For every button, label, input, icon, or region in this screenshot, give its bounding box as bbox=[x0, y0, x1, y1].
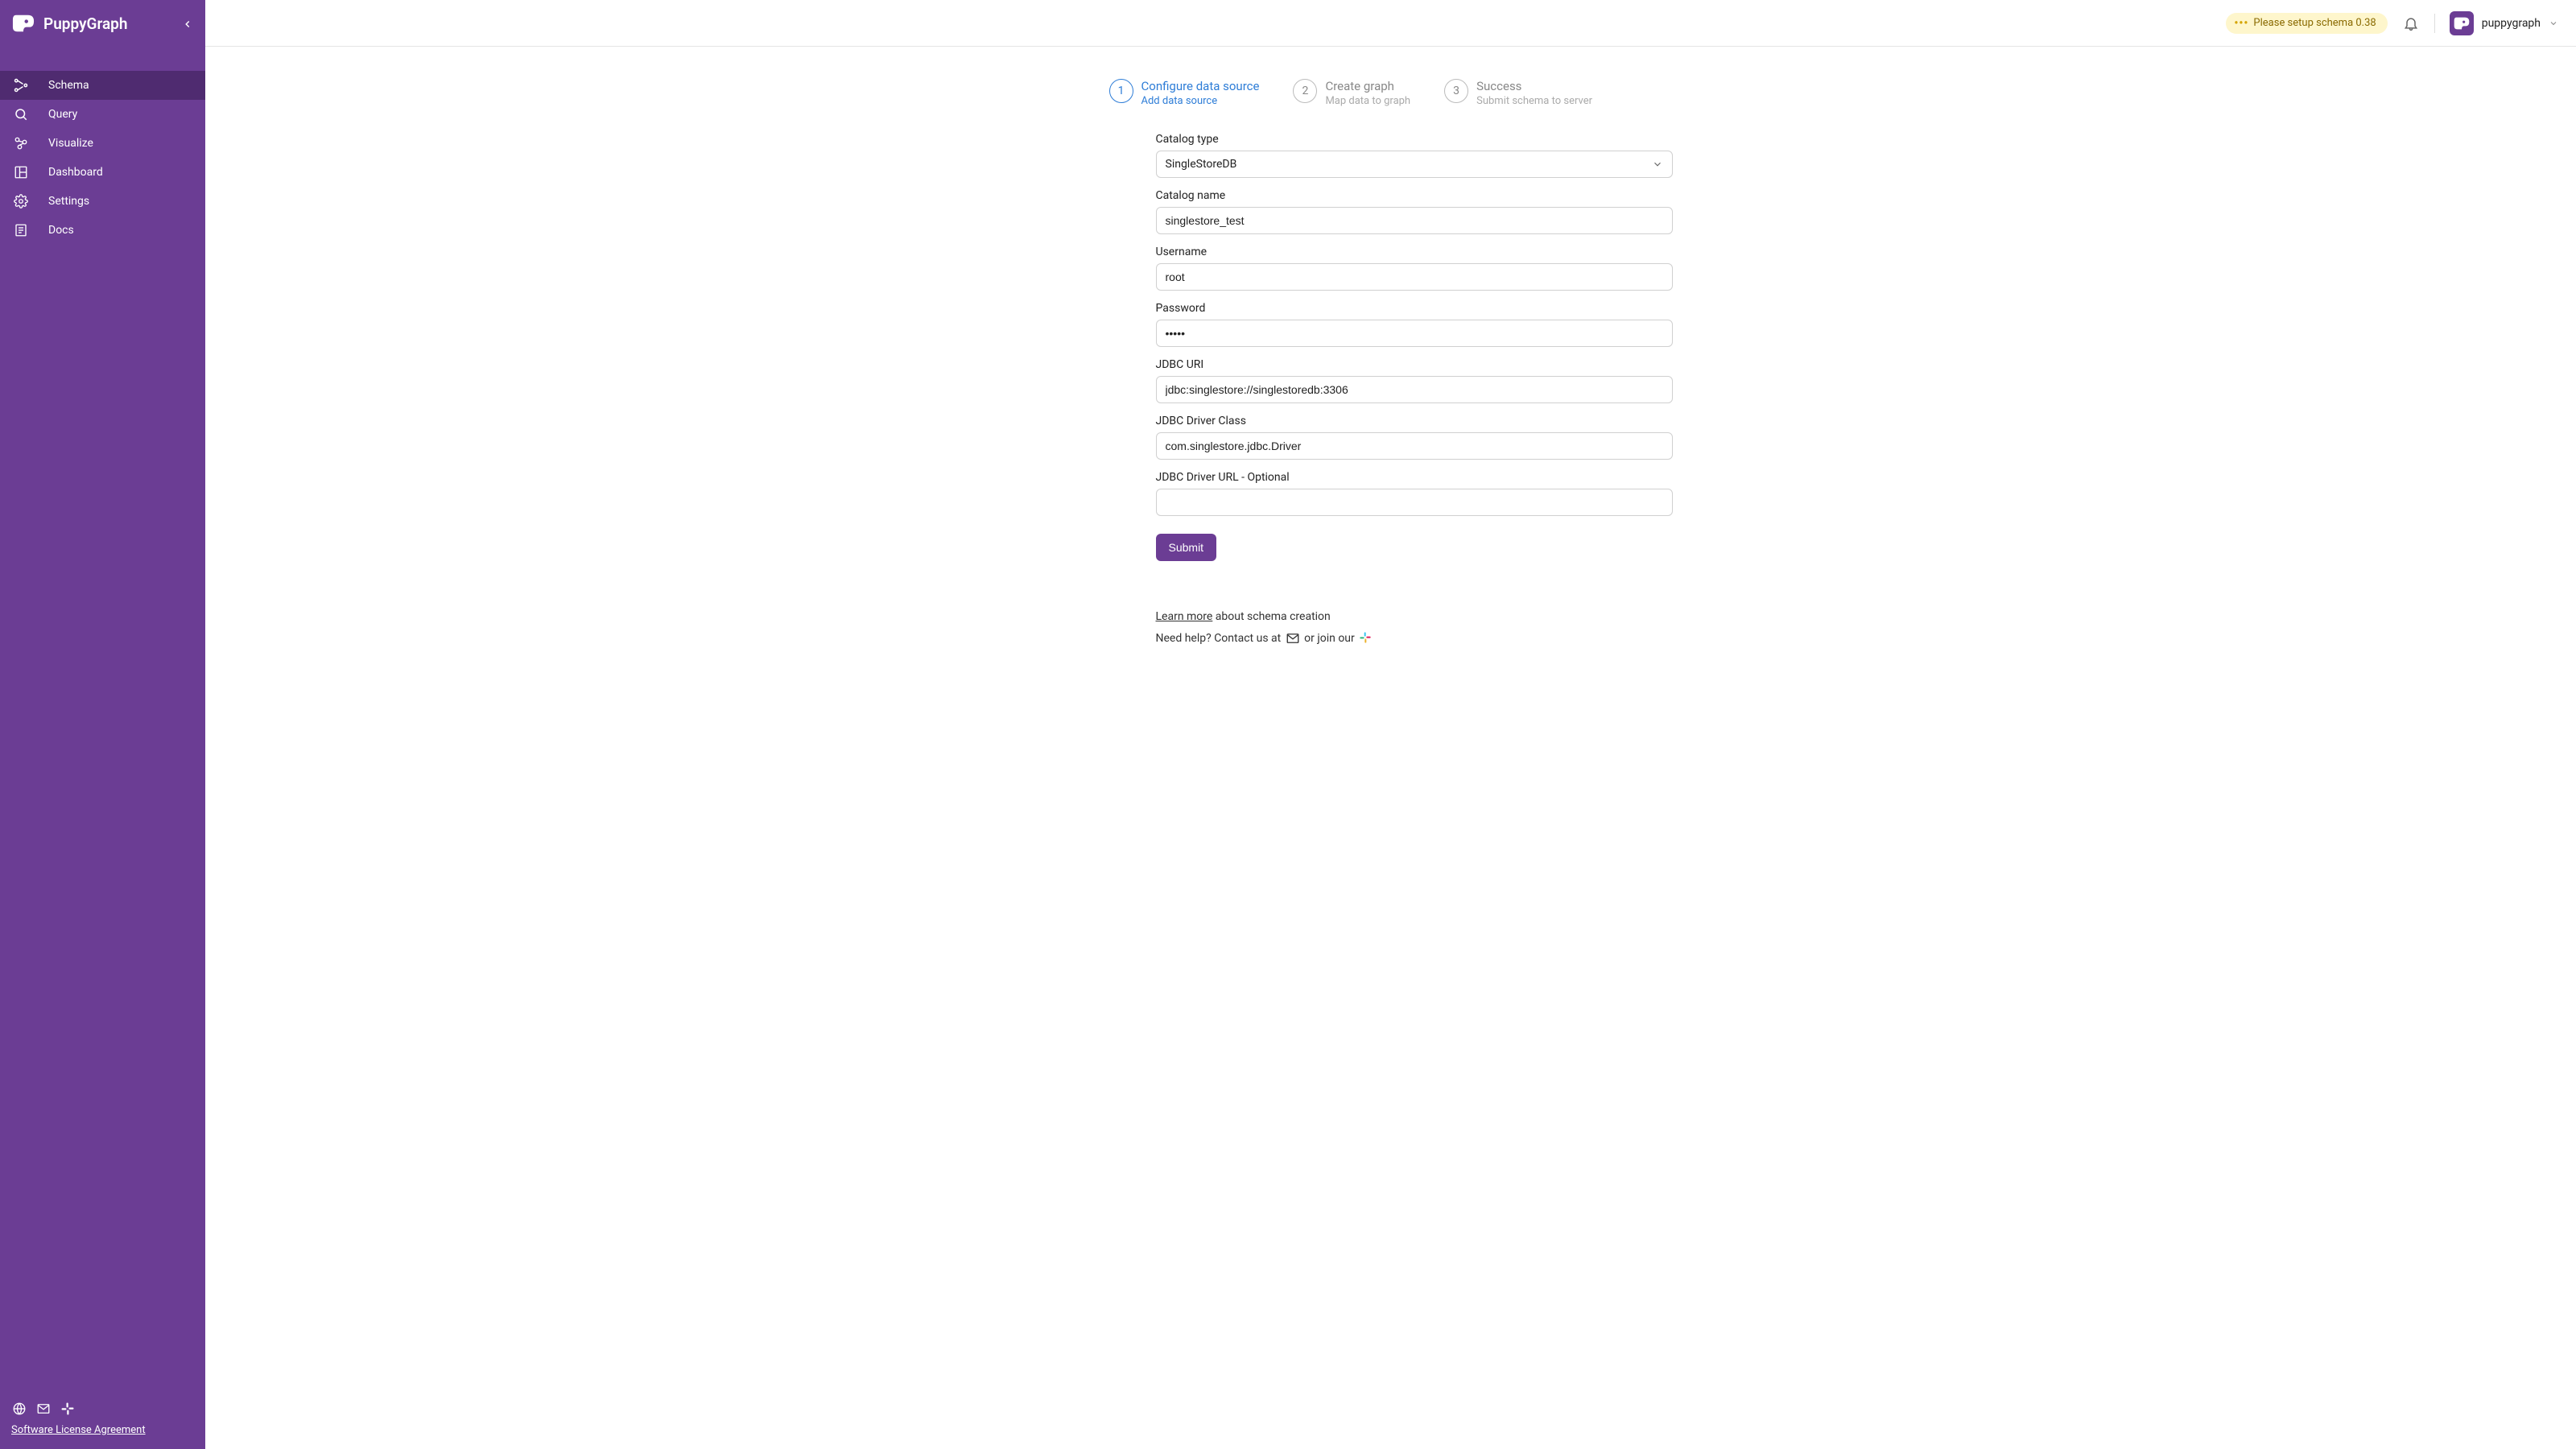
content: 1 Configure data source Add data source … bbox=[205, 47, 2576, 1449]
chevron-down-icon bbox=[1652, 159, 1663, 170]
step-success[interactable]: 3 Success Submit schema to server bbox=[1444, 79, 1592, 107]
step-number: 1 bbox=[1109, 79, 1133, 103]
jdbc-uri-input[interactable] bbox=[1156, 376, 1673, 403]
jdbc-uri-label: JDBC URI bbox=[1156, 358, 1673, 371]
sidebar-nav: Schema Query Visualize Dashboard Setting… bbox=[0, 71, 205, 1391]
sidebar-item-dashboard[interactable]: Dashboard bbox=[0, 158, 205, 187]
search-icon bbox=[13, 106, 29, 122]
slack-icon[interactable] bbox=[60, 1401, 76, 1417]
bell-icon[interactable] bbox=[2402, 14, 2420, 32]
sidebar-item-label: Schema bbox=[48, 79, 89, 92]
wizard-steps: 1 Configure data source Add data source … bbox=[1109, 79, 1673, 107]
sidebar-collapse-button[interactable] bbox=[178, 14, 197, 34]
username-label: Username bbox=[1156, 246, 1673, 258]
help-about-text: about schema creation bbox=[1212, 610, 1330, 623]
catalog-type-label: Catalog type bbox=[1156, 133, 1673, 146]
catalog-name-label: Catalog name bbox=[1156, 189, 1673, 202]
sidebar-item-settings[interactable]: Settings bbox=[0, 187, 205, 216]
docs-icon bbox=[13, 222, 29, 238]
step-subtitle: Map data to graph bbox=[1325, 95, 1410, 107]
mail-icon[interactable] bbox=[35, 1401, 52, 1417]
sidebar-footer: Software License Agreement bbox=[0, 1391, 205, 1449]
learn-more-link[interactable]: Learn more bbox=[1156, 610, 1213, 623]
sidebar-item-label: Settings bbox=[48, 195, 89, 208]
dashboard-icon bbox=[13, 164, 29, 180]
chevron-down-icon bbox=[2549, 19, 2558, 28]
sidebar-item-visualize[interactable]: Visualize bbox=[0, 129, 205, 158]
globe-icon[interactable] bbox=[11, 1401, 27, 1417]
help-or-join-text: or join our bbox=[1304, 632, 1357, 645]
driver-class-input[interactable] bbox=[1156, 432, 1673, 460]
status-text: Please setup schema 0.38 bbox=[2253, 17, 2376, 29]
topbar: ••• Please setup schema 0.38 puppygraph bbox=[205, 0, 2576, 47]
sidebar-item-label: Query bbox=[48, 108, 77, 121]
sidebar-item-label: Dashboard bbox=[48, 166, 103, 179]
user-menu[interactable]: puppygraph bbox=[2450, 11, 2558, 35]
sidebar-item-label: Visualize bbox=[48, 137, 93, 150]
step-title: Success bbox=[1476, 79, 1592, 93]
password-label: Password bbox=[1156, 302, 1673, 315]
submit-button[interactable]: Submit bbox=[1156, 534, 1217, 561]
step-subtitle: Submit schema to server bbox=[1476, 95, 1592, 107]
driver-class-label: JDBC Driver Class bbox=[1156, 415, 1673, 427]
sidebar-item-label: Docs bbox=[48, 224, 74, 237]
catalog-type-select[interactable]: SingleStoreDB bbox=[1156, 151, 1673, 178]
password-input[interactable] bbox=[1156, 320, 1673, 347]
step-subtitle: Add data source bbox=[1141, 95, 1260, 107]
username: puppygraph bbox=[2482, 17, 2541, 30]
brand-name: PuppyGraph bbox=[43, 14, 127, 33]
sidebar-item-docs[interactable]: Docs bbox=[0, 216, 205, 245]
gear-icon bbox=[13, 193, 29, 209]
driver-url-input[interactable] bbox=[1156, 489, 1673, 516]
step-number: 3 bbox=[1444, 79, 1468, 103]
help-block: Learn more about schema creation Need he… bbox=[1156, 606, 1673, 649]
username-input[interactable] bbox=[1156, 263, 1673, 291]
sidebar-header: PuppyGraph bbox=[0, 0, 205, 47]
sidebar: PuppyGraph Schema Query Visualize bbox=[0, 0, 205, 1449]
sidebar-item-query[interactable]: Query bbox=[0, 100, 205, 129]
schema-icon bbox=[13, 77, 29, 93]
sidebar-item-schema[interactable]: Schema bbox=[0, 71, 205, 100]
step-create-graph[interactable]: 2 Create graph Map data to graph bbox=[1293, 79, 1410, 107]
step-title: Create graph bbox=[1325, 79, 1410, 93]
slack-icon[interactable] bbox=[1359, 631, 1373, 646]
catalog-type-value: SingleStoreDB bbox=[1166, 158, 1237, 171]
main: ••• Please setup schema 0.38 puppygraph … bbox=[205, 0, 2576, 1449]
logo-icon bbox=[11, 12, 35, 35]
driver-url-label: JDBC Driver URL - Optional bbox=[1156, 471, 1673, 484]
step-number: 2 bbox=[1293, 79, 1317, 103]
brand-logo[interactable]: PuppyGraph bbox=[11, 12, 127, 35]
license-link[interactable]: Software License Agreement bbox=[11, 1424, 146, 1436]
mail-icon[interactable] bbox=[1286, 631, 1300, 646]
dots-icon: ••• bbox=[2234, 17, 2248, 30]
step-configure-data-source[interactable]: 1 Configure data source Add data source bbox=[1109, 79, 1260, 107]
data-source-form: Catalog type SingleStoreDB Catalog name … bbox=[1109, 133, 1673, 649]
divider bbox=[2434, 14, 2435, 33]
catalog-name-input[interactable] bbox=[1156, 207, 1673, 234]
help-need-text: Need help? Contact us at bbox=[1156, 632, 1284, 645]
visualize-icon bbox=[13, 135, 29, 151]
avatar bbox=[2450, 11, 2474, 35]
schema-status-chip[interactable]: ••• Please setup schema 0.38 bbox=[2226, 13, 2387, 34]
step-title: Configure data source bbox=[1141, 79, 1260, 93]
